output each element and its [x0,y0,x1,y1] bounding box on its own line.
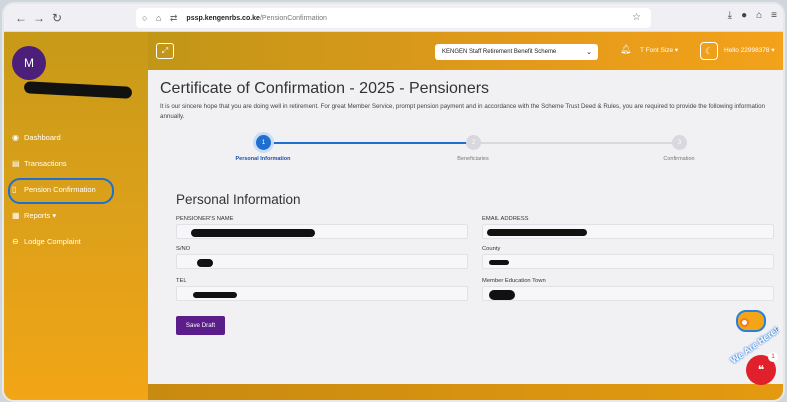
font-size-menu[interactable]: T Font Size ▾ [640,46,678,54]
cursor-indicator [740,318,749,327]
save-draft-button[interactable]: Save Draft [176,316,225,335]
step-1-label: Personal Information [235,156,291,162]
transactions-icon: ▤ [12,158,20,168]
browser-toolbar: ← → ↻ ○ ⌂ ⇄ pssp.kengenrbs.co.ke /Pensio… [4,4,783,32]
scheme-select[interactable]: KENGEN Staff Retirement Benefit Scheme ⌄ [435,44,598,60]
chat-unread-count: 1 [768,352,778,362]
url-host: pssp.kengenrbs.co.ke [186,14,260,22]
sidebar-item-label: Lodge Complaint [24,236,81,246]
member-education-town-label: Member Education Town [482,278,546,284]
step-2-circle[interactable]: 2 [466,135,481,150]
redacted-user-name [23,81,133,99]
personal-info-form: Personal Information PENSIONER'S NAME EM… [164,186,776,342]
address-bar[interactable]: ○ ⌂ ⇄ pssp.kengenrbs.co.ke /PensionConfi… [136,8,651,28]
redacted-value [193,292,237,298]
pensioner-name-label: PENSIONER'S NAME [176,216,234,222]
sidebar-item-lodge-complaint[interactable]: ⊖ Lodge Complaint [10,228,145,254]
document-icon: ▯ [12,184,17,194]
email-address-label: EMAIL ADDRESS [482,216,529,222]
menu-icon[interactable]: ≡ [771,10,777,21]
site-info-icon[interactable]: ○ ⌂ ⇄ [142,13,180,24]
user-greeting-menu[interactable]: Hello 22998378 ▾ [724,46,775,54]
complaint-icon: ⊖ [12,236,19,246]
county-label: County [482,246,501,252]
sidebar: M ◉ Dashboard ▤ Transactions ▯ Pension C… [4,32,148,400]
step-connector [268,142,470,144]
sidebar-item-label: Transactions [24,158,67,168]
pensioner-name-field[interactable] [176,224,468,239]
step-3-circle[interactable]: 3 [672,135,687,150]
redacted-value [489,290,515,300]
step-1-circle[interactable]: 1 [256,135,271,150]
sidebar-item-label: Pension Confirmation [24,184,96,194]
page-title: Certificate of Confirmation - 2025 - Pen… [160,80,490,97]
redacted-value [487,229,587,236]
redacted-value [191,229,315,237]
dashboard-icon: ◉ [12,132,19,142]
dark-mode-toggle[interactable]: ☾ [700,42,718,60]
sidebar-item-pension-confirmation[interactable]: ▯ Pension Confirmation [8,176,145,204]
step-connector [480,142,676,144]
sidebar-menu: ◉ Dashboard ▤ Transactions ▯ Pension Con… [8,124,145,254]
browser-actions: ⤓ ● ⌂ ≡ [728,10,777,21]
url-path: /PensionConfirmation [259,14,327,22]
sidebar-item-transactions[interactable]: ▤ Transactions [10,150,145,176]
back-icon[interactable]: ← [12,11,30,25]
step-3-label: Confirmation [663,156,695,162]
redacted-value [489,260,509,265]
bookmark-star-icon[interactable]: ☆ [632,12,641,23]
email-address-field[interactable] [482,224,774,239]
reload-icon[interactable]: ↻ [48,11,66,25]
footer [148,384,783,400]
county-field[interactable] [482,254,774,269]
expand-icon[interactable]: ⤢ [156,43,174,59]
bell-icon[interactable]: 🔔︎ [620,44,631,55]
avatar[interactable]: M [12,46,46,80]
extensions-icon[interactable]: ⌂ [756,10,762,21]
step-2-label: Beneficiaries [457,156,489,162]
sno-label: S/NO [176,246,191,252]
profile-icon[interactable]: ● [741,10,747,21]
tel-label: TEL [176,278,187,284]
redacted-value [197,259,213,267]
intro-text: It is our sincere hope that you are doin… [160,103,765,120]
member-education-town-field[interactable] [482,286,774,301]
main-content: Certificate of Confirmation - 2025 - Pen… [148,70,783,384]
reports-icon: ▦ [12,210,20,220]
top-header: ⤢ KENGEN Staff Retirement Benefit Scheme… [148,32,783,70]
forward-icon[interactable]: → [30,11,48,25]
form-title: Personal Information [176,192,301,207]
sidebar-item-label: Dashboard [24,132,61,142]
sidebar-item-dashboard[interactable]: ◉ Dashboard [10,124,145,150]
sidebar-item-reports[interactable]: ▦ Reports ▾ [10,202,145,228]
stepper: 1 Personal Information 2 Beneficiaries 3… [160,132,772,166]
chat-icon: ❝ [757,363,765,377]
moon-icon: ☾ [704,45,714,56]
scheme-select-value: KENGEN Staff Retirement Benefit Scheme [442,49,557,55]
download-icon[interactable]: ⤓ [728,10,732,21]
tel-field[interactable] [176,286,468,301]
sno-field[interactable] [176,254,468,269]
browser-window: ← → ↻ ○ ⌂ ⇄ pssp.kengenrbs.co.ke /Pensio… [4,4,783,400]
sidebar-item-label: Reports ▾ [24,210,57,220]
chevron-down-icon: ⌄ [586,49,592,56]
font-size-label: Font Size ▾ [645,47,679,54]
